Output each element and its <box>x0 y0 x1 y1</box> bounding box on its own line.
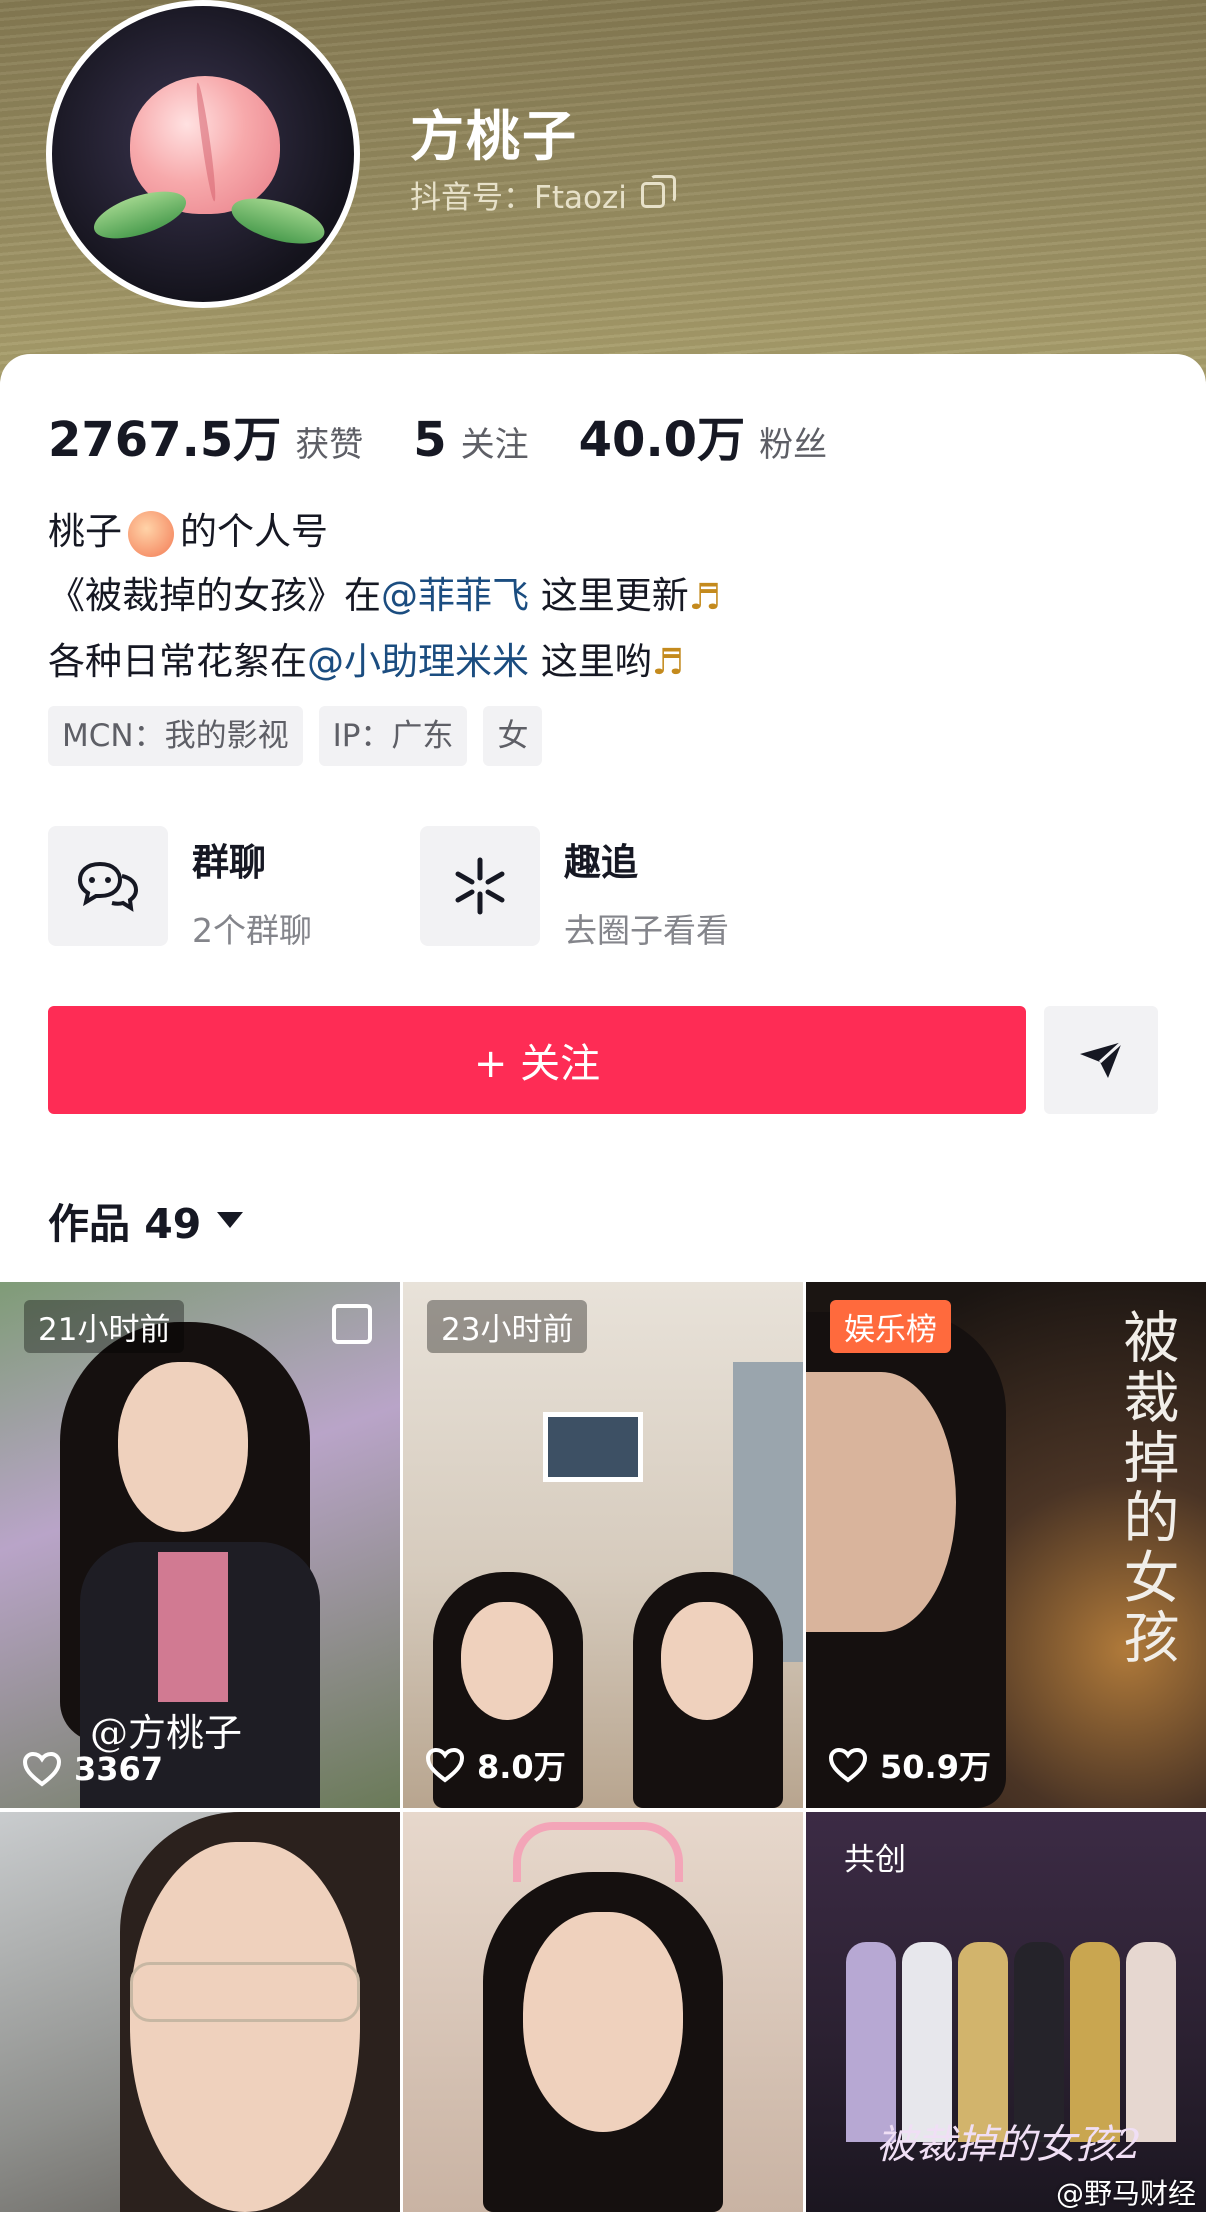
bio-text: 的个人号 <box>180 510 328 553</box>
stat-label: 粉丝 <box>759 425 828 465</box>
share-button[interactable] <box>1044 1006 1158 1114</box>
mention-link[interactable]: @菲菲飞 <box>381 574 529 617</box>
video-thumbnail[interactable]: 被裁掉的女孩 娱乐榜 50.9万 <box>806 1282 1206 1808</box>
mention-link[interactable]: @小助理米米 <box>307 640 529 683</box>
video-thumbnail[interactable]: @方桃子 21小时前 3367 <box>0 1282 400 1808</box>
bio-line-3: 各种日常花絮在@小助理米米 这里哟♬ <box>48 630 721 696</box>
chat-bubbles-icon <box>48 826 168 946</box>
send-icon <box>1080 1040 1124 1078</box>
stat-likes[interactable]: 2767.5万 获赞 <box>48 400 363 470</box>
stat-followers[interactable]: 40.0万 粉丝 <box>579 400 827 470</box>
stats-row: 2767.5万 获赞 5 关注 40.0万 粉丝 <box>48 400 877 470</box>
bio-text: 这里哟 <box>540 639 652 683</box>
video-thumbnail[interactable] <box>0 1812 400 2212</box>
video-likes: 8.0万 <box>425 1742 566 1788</box>
video-thumbnail[interactable]: 被裁掉的女孩2 共创 <box>806 1812 1206 2212</box>
group-chat-entry[interactable]: 群聊 2个群聊 <box>48 826 312 952</box>
stat-value: 40.0万 <box>578 412 746 468</box>
likes-count: 50.9万 <box>880 1748 991 1786</box>
leaf-right <box>226 189 330 253</box>
tag-gender: 女 <box>483 706 543 766</box>
video-time-badge: 23小时前 <box>427 1300 588 1353</box>
video-overlay-text: @方桃子 <box>90 1711 243 1755</box>
thumbnail-art <box>661 1602 753 1720</box>
thumbnail-art <box>461 1602 553 1720</box>
thumbnail-art <box>158 1552 228 1702</box>
thumbnail-art <box>543 1412 643 1482</box>
thumbnail-art <box>523 1912 683 2132</box>
glasses-icon <box>130 1962 360 2022</box>
follow-label: + 关注 <box>473 1041 601 1087</box>
heart-icon <box>22 1751 62 1787</box>
heart-icon <box>828 1747 868 1783</box>
co-create-badge: 共创 <box>844 1842 906 1878</box>
feature-title: 群聊 <box>192 841 266 884</box>
bio-line-1: 桃子 的个人号 <box>48 500 721 564</box>
profile-id: 抖音号：Ftaozi <box>410 172 676 217</box>
video-overlay-text: 被裁掉的女孩 <box>1114 1308 1179 1668</box>
thumbnail-art <box>130 1842 360 2212</box>
feature-subtitle: 去圈子看看 <box>564 911 729 950</box>
video-likes: 3367 <box>22 1750 163 1788</box>
caret-down-icon <box>217 1212 244 1228</box>
feature-title: 趣追 <box>564 841 638 884</box>
heart-icon <box>425 1747 465 1783</box>
select-checkbox-icon[interactable] <box>332 1304 372 1344</box>
bio-text: 《被裁掉的女孩》在 <box>48 574 381 617</box>
girls-emoji-icon: ♬ <box>651 642 685 683</box>
profile-name: 方桃子 <box>410 105 578 168</box>
follow-button[interactable]: + 关注 <box>48 1006 1026 1114</box>
stat-value: 5 <box>413 412 447 468</box>
leaf-left <box>88 182 192 248</box>
bio: 桃子 的个人号 《被裁掉的女孩》在@菲菲飞 这里更新♬ 各种日常花絮在@小助理米米… <box>48 500 721 695</box>
video-thumbnail[interactable]: 23小时前 8.0万 <box>403 1282 803 1808</box>
bio-text: 各种日常花絮在 <box>48 639 307 683</box>
works-label: 作品 49 <box>48 1200 202 1248</box>
works-tab[interactable]: 作品 49 <box>48 1190 244 1250</box>
likes-count: 8.0万 <box>477 1748 566 1786</box>
thumbnail-art <box>118 1362 248 1532</box>
entertainment-rank-badge: 娱乐榜 <box>830 1300 951 1353</box>
likes-count: 3367 <box>74 1750 164 1788</box>
thumbnail-art <box>806 1372 956 1632</box>
video-overlay-text: 被裁掉的女孩2 <box>876 2122 1142 2168</box>
stat-value: 2767.5万 <box>48 412 282 468</box>
profile-id-text: 抖音号：Ftaozi <box>410 180 627 216</box>
peach-emoji-icon <box>128 510 174 557</box>
bio-text: 桃子 <box>48 510 122 553</box>
profile-card: 2767.5万 获赞 5 关注 40.0万 粉丝 桃子 的个人号 《被裁掉的女孩》… <box>0 354 1206 2218</box>
stat-label: 获赞 <box>295 425 364 465</box>
bunny-dancers-emoji-icon: ♬ <box>688 576 722 618</box>
quzhui-entry[interactable]: 趣追 去圈子看看 <box>420 826 729 952</box>
stat-following[interactable]: 5 关注 <box>413 412 528 468</box>
copy-icon[interactable] <box>640 174 676 208</box>
tag-ip: IP：广东 <box>318 706 468 766</box>
feature-subtitle: 2个群聊 <box>192 911 312 950</box>
stat-label: 关注 <box>460 425 529 465</box>
profile-tags: MCN：我的影视 IP：广东 女 <box>48 706 543 766</box>
video-likes: 50.9万 <box>828 1742 991 1788</box>
bio-text: 这里更新 <box>540 574 689 617</box>
avatar[interactable] <box>46 0 360 308</box>
tag-mcn: MCN：我的影视 <box>48 706 303 766</box>
watermark: @野马财经 <box>1055 2177 1196 2210</box>
bio-line-2: 《被裁掉的女孩》在@菲菲飞 这里更新♬ <box>48 564 721 630</box>
video-thumbnail[interactable] <box>403 1812 803 2212</box>
sparkle-icon <box>420 826 540 946</box>
video-time-badge: 21小时前 <box>24 1300 185 1353</box>
